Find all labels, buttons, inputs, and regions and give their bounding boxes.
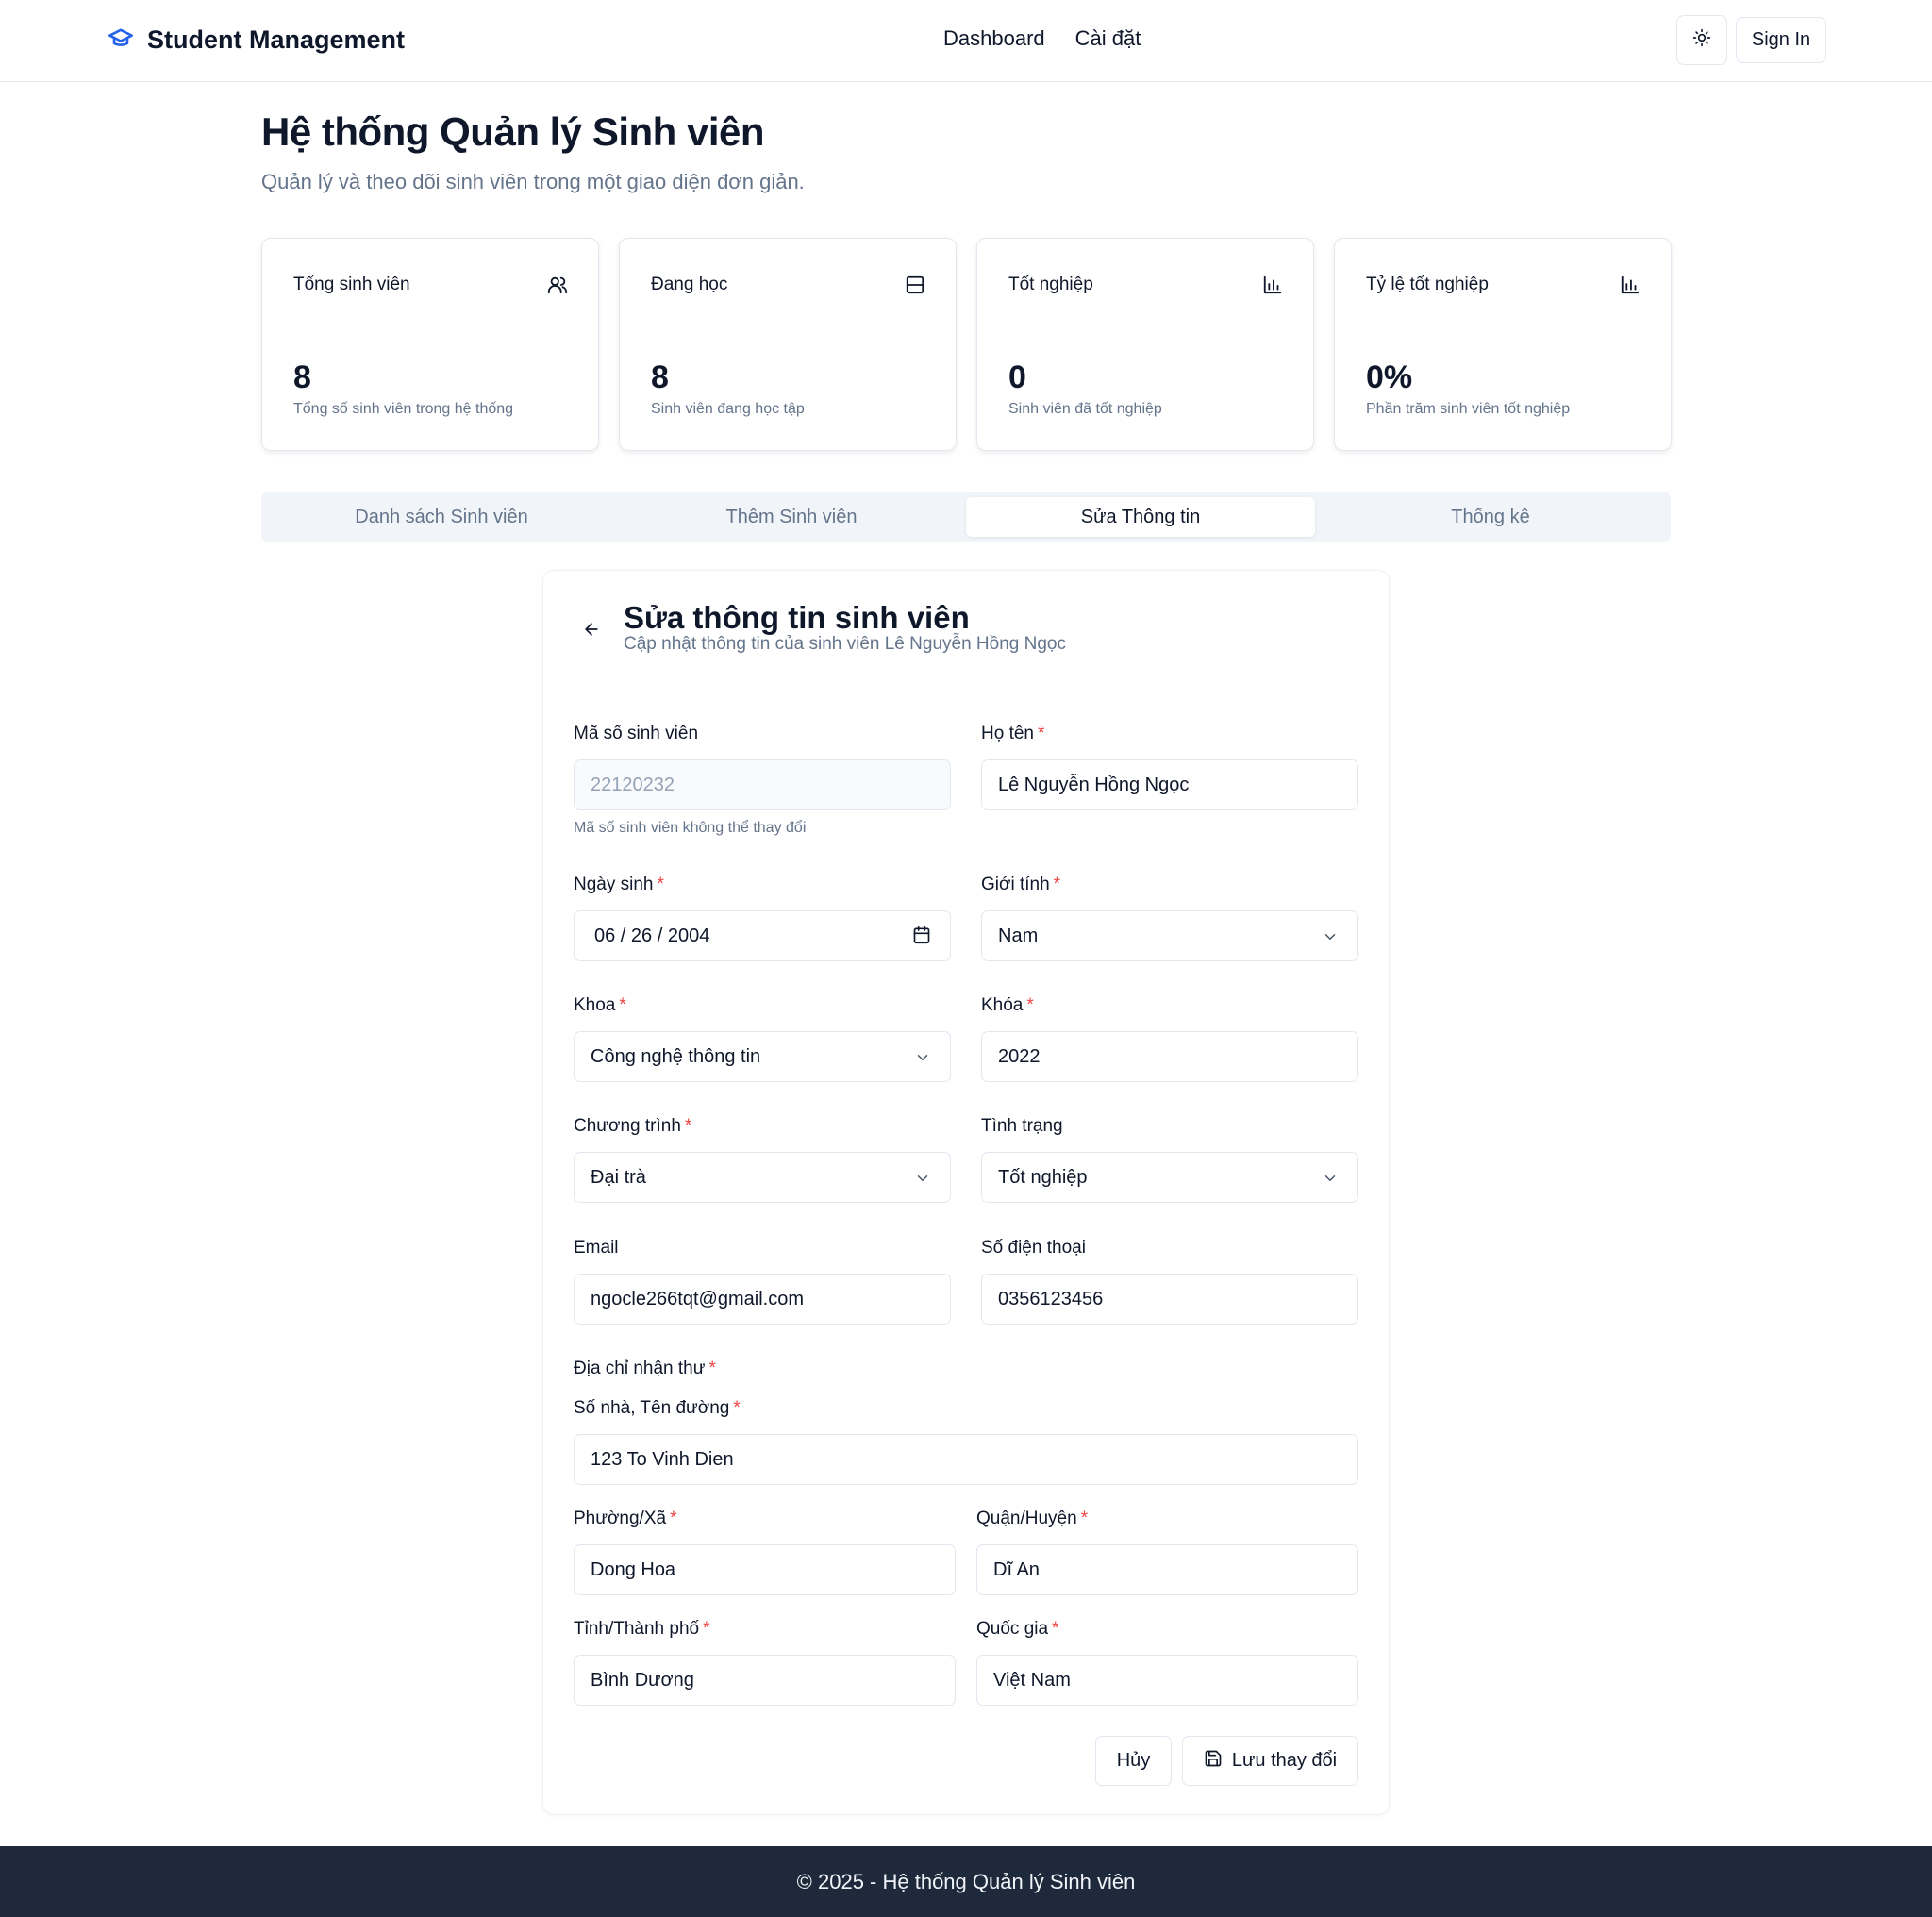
student-id-label: Mã số sinh viên bbox=[574, 724, 699, 743]
theme-toggle-button[interactable] bbox=[1676, 15, 1727, 65]
stat-card-graduated: Tốt nghiệp 0 Sinh viên đã tốt nghiệp bbox=[976, 238, 1314, 451]
country-input[interactable]: Việt Nam bbox=[976, 1655, 1358, 1706]
sun-icon bbox=[1692, 28, 1711, 52]
page-subtitle: Quản lý và theo dõi sinh viên trong một … bbox=[261, 170, 805, 193]
dob-input[interactable]: 06 / 26 / 2004 bbox=[574, 910, 951, 961]
form-title: Sửa thông tin sinh viên bbox=[624, 600, 970, 635]
brand-name: Student Management bbox=[147, 25, 406, 54]
phone-input[interactable]: 0356123456 bbox=[981, 1274, 1358, 1325]
street-label: Số nhà, Tên đường * bbox=[574, 1398, 741, 1418]
full-name-label: Họ tên * bbox=[981, 724, 1045, 743]
chevron-down-icon bbox=[1322, 928, 1339, 951]
save-icon bbox=[1204, 1749, 1223, 1774]
cancel-button[interactable]: Hủy bbox=[1095, 1736, 1172, 1786]
brand[interactable]: Student Management bbox=[106, 25, 405, 56]
province-label: Tỉnh/Thành phố * bbox=[574, 1619, 710, 1639]
calendar-icon[interactable] bbox=[912, 925, 931, 950]
tab-add-student[interactable]: Thêm Sinh viên bbox=[617, 497, 966, 537]
page-footer: © 2025 - Hệ thống Quản lý Sinh viên bbox=[0, 1846, 1932, 1917]
ward-input[interactable]: Dong Hoa bbox=[574, 1544, 956, 1595]
stat-value: 8 bbox=[651, 359, 669, 395]
graduation-cap-icon bbox=[106, 25, 136, 56]
student-id-hint: Mã số sinh viên không thể thay đổi bbox=[574, 820, 807, 836]
gender-select[interactable]: Nam bbox=[981, 910, 1358, 961]
gender-label: Giới tính * bbox=[981, 875, 1061, 894]
stat-title: Đang học bbox=[651, 275, 728, 294]
top-header: Student Management Dashboard Cài đặt Sig… bbox=[0, 0, 1932, 82]
nav-settings[interactable]: Cài đặt bbox=[1075, 26, 1141, 51]
layout-icon bbox=[905, 275, 925, 295]
street-input[interactable]: 123 To Vinh Dien bbox=[574, 1434, 1358, 1485]
stat-title: Tốt nghiệp bbox=[1008, 275, 1093, 294]
stat-description: Sinh viên đang học tập bbox=[651, 401, 805, 417]
users-icon bbox=[547, 275, 568, 295]
page-title: Hệ thống Quản lý Sinh viên bbox=[261, 109, 765, 154]
stat-value: 8 bbox=[293, 359, 311, 395]
program-select[interactable]: Đại trà bbox=[574, 1152, 951, 1203]
address-section-label: Địa chỉ nhận thư * bbox=[574, 1359, 716, 1378]
email-label: Email bbox=[574, 1238, 619, 1258]
province-input[interactable]: Bình Dương bbox=[574, 1655, 956, 1706]
tab-list: Danh sách Sinh viên Thêm Sinh viên Sửa T… bbox=[261, 492, 1671, 542]
dob-label: Ngày sinh * bbox=[574, 875, 664, 894]
stat-description: Tổng số sinh viên trong hệ thống bbox=[293, 401, 514, 417]
save-button-label: Lưu thay đổi bbox=[1231, 1750, 1338, 1771]
nav-dashboard[interactable]: Dashboard bbox=[943, 26, 1045, 51]
stat-value: 0 bbox=[1008, 359, 1026, 395]
tab-edit-info[interactable]: Sửa Thông tin bbox=[966, 497, 1315, 537]
faculty-label: Khoa * bbox=[574, 995, 626, 1015]
main-nav: Dashboard Cài đặt bbox=[943, 26, 1141, 51]
full-name-input[interactable]: Lê Nguyễn Hồng Ngọc bbox=[981, 759, 1358, 810]
chevron-down-icon bbox=[914, 1049, 931, 1072]
chevron-down-icon bbox=[1322, 1170, 1339, 1192]
ward-label: Phường/Xã * bbox=[574, 1509, 677, 1528]
status-label: Tình trạng bbox=[981, 1116, 1063, 1136]
arrow-left-icon[interactable] bbox=[582, 620, 601, 643]
stat-title: Tổng sinh viên bbox=[293, 275, 410, 294]
tab-statistics[interactable]: Thống kê bbox=[1316, 497, 1665, 537]
email-input[interactable]: ngocle266tqt@gmail.com bbox=[574, 1274, 951, 1325]
course-input[interactable]: 2022 bbox=[981, 1031, 1358, 1082]
footer-text: © 2025 - Hệ thống Quản lý Sinh viên bbox=[796, 1869, 1136, 1893]
stat-value: 0% bbox=[1366, 359, 1413, 395]
student-id-input: 22120232 bbox=[574, 759, 951, 810]
stat-description: Sinh viên đã tốt nghiệp bbox=[1008, 401, 1162, 417]
sign-in-button[interactable]: Sign In bbox=[1736, 17, 1826, 63]
status-select[interactable]: Tốt nghiệp bbox=[981, 1152, 1358, 1203]
stat-title: Tỷ lệ tốt nghiệp bbox=[1366, 275, 1489, 294]
stat-card-studying: Đang học 8 Sinh viên đang học tập bbox=[619, 238, 957, 451]
district-label: Quận/Huyện * bbox=[976, 1509, 1089, 1528]
course-label: Khóa * bbox=[981, 995, 1034, 1015]
form-subtitle: Cập nhật thông tin của sinh viên Lê Nguy… bbox=[624, 634, 1066, 654]
save-button[interactable]: Lưu thay đổi bbox=[1182, 1736, 1358, 1786]
bar-chart-icon bbox=[1262, 275, 1283, 295]
bar-chart-icon bbox=[1620, 275, 1641, 295]
tab-student-list[interactable]: Danh sách Sinh viên bbox=[267, 497, 616, 537]
stat-card-total: Tổng sinh viên 8 Tổng số sinh viên trong… bbox=[261, 238, 599, 451]
stat-card-graduation-rate: Tỷ lệ tốt nghiệp 0% Phần trăm sinh viên … bbox=[1334, 238, 1672, 451]
faculty-select[interactable]: Công nghệ thông tin bbox=[574, 1031, 951, 1082]
phone-label: Số điện thoại bbox=[981, 1238, 1086, 1258]
stat-description: Phần trăm sinh viên tốt nghiệp bbox=[1366, 401, 1571, 417]
program-label: Chương trình * bbox=[574, 1116, 692, 1136]
country-label: Quốc gia * bbox=[976, 1619, 1059, 1639]
chevron-down-icon bbox=[914, 1170, 931, 1192]
district-input[interactable]: Dĩ An bbox=[976, 1544, 1358, 1595]
